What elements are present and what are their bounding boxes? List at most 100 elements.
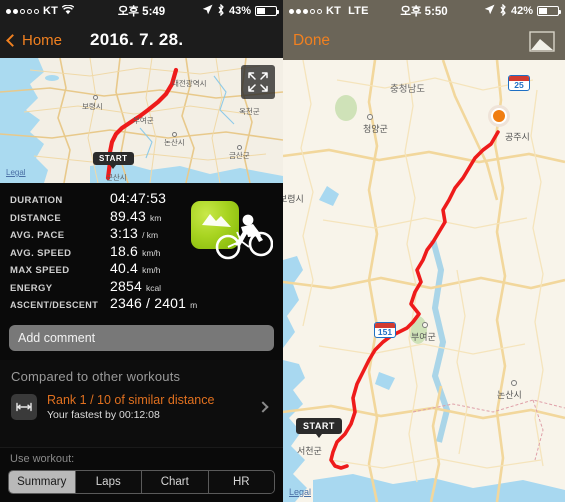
stat-value: 2346 / 2401 [110,295,187,311]
back-button-label: Home [22,31,63,49]
city-marker [367,114,373,120]
stat-row: ASCENT/DESCENT 2346 / 2401 m [10,295,273,313]
route-map-fullscreen[interactable]: 충청남도 청양군 공주시 보령시 부여군 논산시 서천군 군산시 익산시 25 … [283,60,565,502]
status-left-group-right: KT LTE [289,5,369,17]
map-label: 보령시 [82,102,103,111]
network-type-label: LTE [348,5,369,17]
battery-icon-left [255,6,279,16]
stat-label: DISTANCE [10,212,62,224]
battery-percent-left: 43% [228,5,251,17]
stat-label: DURATION [10,195,63,206]
stat-value: 40.4 [110,260,139,276]
comment-section: Add comment [0,316,283,360]
highway-shield-25: 25 [508,75,530,91]
workout-stats-list: DURATION 04:47:53 DISTANCE 89.43 km AVG.… [0,183,283,317]
photo-image-icon[interactable] [529,30,555,52]
stat-label: AVG. PACE [10,230,65,241]
stat-unit: / km [142,230,159,240]
map-label: 서천군 [297,447,322,457]
map-label: 논산시 [164,138,185,147]
distance-measure-icon [11,394,37,420]
status-right-group: 43% [202,3,279,19]
stat-value: 2854 [110,277,142,294]
stat-value: 3:13 [110,225,139,241]
stat-unit: km [150,212,162,223]
bluetooth-icon [217,3,225,19]
battery-percent-right: 42% [510,5,533,17]
chevron-left-icon [6,33,19,47]
highway-shield-151: 151 [374,322,396,338]
tab-chart[interactable]: Chart [142,471,209,493]
signal-strength-icon [6,8,39,14]
bottom-tab-section: Use workout: Summary Laps Chart HR [0,447,283,502]
location-arrow-icon [202,4,213,18]
map-label: 충청남도 [390,84,425,95]
tab-laps[interactable]: Laps [75,471,142,493]
shield-number: 25 [514,80,524,90]
status-left-group: KT [6,3,75,18]
stat-unit: m [190,300,198,310]
stat-value: 04:47:53 [110,190,167,206]
city-marker [511,380,517,386]
stat-unit: kcal [145,282,162,293]
cycling-icon [191,199,273,265]
battery-icon-right [537,6,561,16]
carrier-label-right: KT [326,5,342,17]
map-legal-link-right[interactable]: Legal [289,487,311,497]
location-arrow-icon [484,4,495,18]
map-label: 금산군 [229,151,250,160]
navigation-bar-right: Done [283,22,565,60]
expand-arrows-icon [248,72,268,92]
bluetooth-icon [499,3,507,19]
stat-value: 89.43 [110,207,147,224]
shield-number: 151 [377,327,393,337]
status-bar-left: KT 오후 5:49 43% [0,0,283,22]
signal-strength-icon [289,8,322,14]
carrier-label: KT [43,5,59,17]
map-label: 논산시 [497,391,522,401]
map-legal-link-left[interactable]: Legal [6,168,26,177]
city-marker [93,95,98,100]
stat-label: ASCENT/DESCENT [10,300,99,310]
map-label: 청양군 [363,125,388,135]
stat-row: ENERGY 2854 kcal [10,278,273,296]
navigation-bar-left: Home 2016. 7. 28. [0,22,283,58]
stat-label: ENERGY [10,282,53,294]
fullscreen-map-screen: KT LTE 오후 5:50 42% Done 충청남도 청양군 공주시 보령시… [283,0,565,502]
stat-value: 18.6 [110,242,139,259]
stat-label: AVG. SPEED [10,247,72,259]
map-label: 대전광역시 [172,79,207,88]
stat-unit: km/h [142,265,161,275]
comparison-section: Compared to other workouts Rank 1 / 10 o… [0,359,283,447]
map-label: 군산시 [106,173,127,182]
status-bar-right: KT LTE 오후 5:50 42% [283,0,565,22]
map-label: 보령시 [283,195,304,205]
comparison-title: Compared to other workouts [11,368,181,384]
rank-row[interactable]: Rank 1 / 10 of similar distance Your fas… [0,391,283,424]
route-map-preview[interactable]: 대전광역시 보령시 부여군 논산시 옥천군 금산군 군산시 START Lega… [0,58,283,183]
stat-label: MAX SPEED [10,265,70,276]
done-button[interactable]: Done [293,32,330,50]
back-to-home-button[interactable]: Home [6,31,63,49]
start-marker-right: START [296,418,342,438]
add-comment-input[interactable]: Add comment [9,324,274,351]
city-marker [422,322,428,328]
stat-unit: km/h [142,247,161,258]
status-right-group-right: 42% [484,3,561,19]
rank-text-group: Rank 1 / 10 of similar distance Your fas… [47,393,259,422]
chevron-right-icon [257,401,269,413]
use-workout-label: Use workout: [10,453,75,465]
tab-summary[interactable]: Summary [9,471,76,493]
map-label: 옥천군 [239,107,260,116]
tab-hr[interactable]: HR [208,471,274,493]
rank-headline: Rank 1 / 10 of similar distance [47,392,215,407]
start-marker-left: START [93,152,134,169]
dual-screenshot-container: KT 오후 5:49 43% Home 2016. 7. 28. 대전광역시 보… [0,0,565,502]
workout-summary-screen: KT 오후 5:49 43% Home 2016. 7. 28. 대전광역시 보… [0,0,283,502]
page-title: 2016. 7. 28. [90,30,184,49]
expand-map-button[interactable] [241,65,275,99]
map-label: 공주시 [505,133,530,143]
map-base-layer-right [283,60,565,502]
workout-view-tabs: Summary Laps Chart HR [8,470,275,494]
map-label: 부여군 [411,333,436,343]
